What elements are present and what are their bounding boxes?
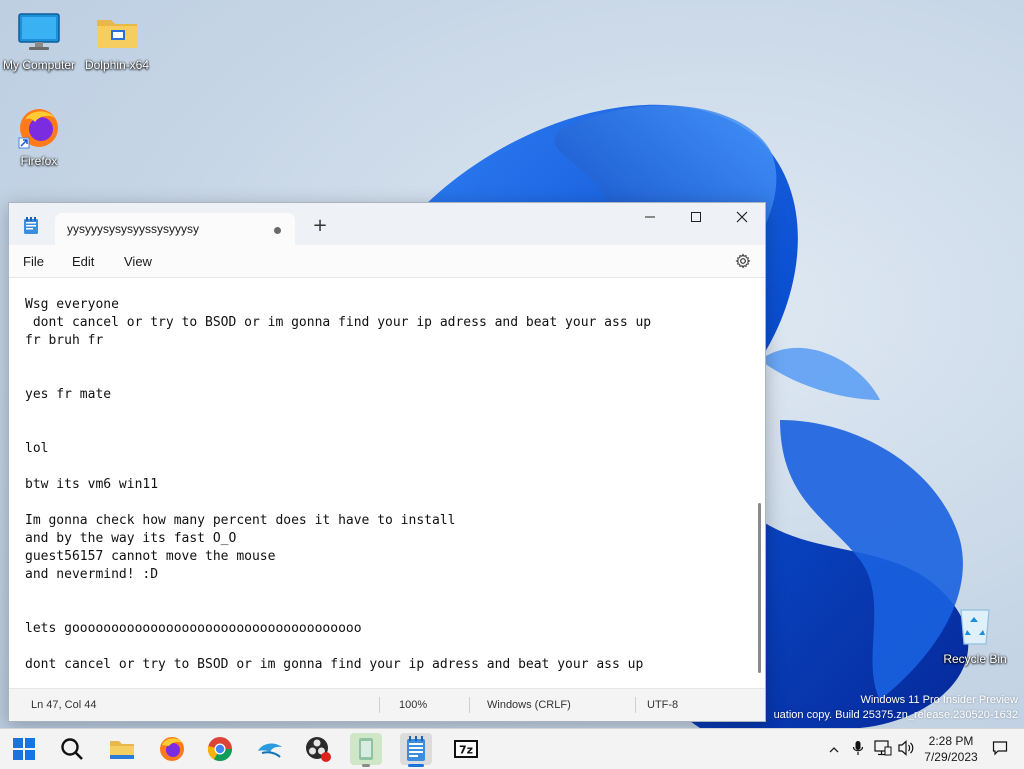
tab-document[interactable]: yysyyysysysyyssysyyysy	[55, 213, 295, 245]
desktop-icon-recycle-bin[interactable]: Recycle Bin	[936, 604, 1014, 666]
taskbar-notepad[interactable]	[400, 733, 432, 767]
network-icon[interactable]	[874, 740, 892, 760]
editor-line: and nevermind! :D	[25, 567, 159, 582]
taskbar-notepad-alt[interactable]	[350, 733, 382, 767]
taskbar-dolphin[interactable]	[254, 733, 286, 765]
recycle-bin-icon	[953, 604, 997, 648]
editor-line: yes fr mate	[25, 387, 112, 402]
close-button[interactable]	[719, 203, 765, 233]
system-tray: 2:28 PM 7/29/2023	[820, 729, 1024, 769]
folder-icon	[95, 10, 139, 54]
desktop-icon-my-computer[interactable]: My Computer	[0, 10, 78, 72]
text-editor[interactable]: Wsg everyone dont cancel or try to BSOD …	[9, 278, 765, 688]
editor-line: fr bruh fr	[25, 333, 104, 348]
firefox-icon	[17, 106, 61, 150]
notepad-icon	[407, 736, 425, 761]
vertical-scrollbar[interactable]	[758, 503, 761, 673]
taskbar-7zip[interactable]: 7z	[450, 733, 482, 765]
new-tab-button[interactable]: +	[309, 215, 331, 237]
notepad-window: yysyyysysysyyssysyyysy + File Edit View …	[8, 202, 766, 722]
search-icon	[61, 738, 83, 760]
taskbar-chrome[interactable]	[204, 733, 236, 765]
desktop-icon-dolphin[interactable]: Dolphin-x64	[78, 10, 156, 72]
cursor-position: Ln 47, Col 44	[31, 699, 97, 711]
start-icon	[13, 738, 35, 760]
menu-edit[interactable]: Edit	[72, 254, 94, 269]
encoding[interactable]: UTF-8	[647, 699, 678, 711]
desktop-icon-firefox[interactable]: Firefox	[0, 106, 78, 168]
close-icon	[736, 211, 748, 223]
7zip-icon: 7z	[454, 740, 478, 758]
editor-line: lets goooooooooooooooooooooooooooooooooo…	[25, 621, 362, 636]
desktop-icon-label: Dolphin-x64	[84, 58, 150, 72]
taskbar-obs[interactable]	[302, 733, 334, 765]
notification-icon[interactable]	[992, 740, 1008, 760]
search-button[interactable]	[56, 733, 88, 765]
taskbar-file-explorer[interactable]	[106, 733, 138, 765]
title-bar[interactable]: yysyyysysysyyssysyyysy +	[9, 203, 765, 245]
volume-icon[interactable]	[898, 740, 916, 760]
chrome-icon	[207, 737, 232, 762]
minimize-icon	[645, 216, 655, 218]
monitor-icon	[17, 10, 61, 54]
watermark-line-2: uation copy. Build 25375.zn_release.2305…	[773, 709, 1018, 721]
editor-line: dont cancel or try to BSOD or im gonna f…	[25, 657, 644, 672]
unsaved-dot-icon[interactable]	[274, 227, 281, 234]
editor-line: dont cancel or try to BSOD or im gonna f…	[25, 315, 652, 330]
editor-line: Wsg everyone	[25, 297, 119, 312]
maximize-icon	[691, 212, 701, 222]
editor-line: and by the way its fast O_O	[25, 531, 237, 546]
maximize-button[interactable]	[673, 203, 719, 233]
menu-file[interactable]: File	[23, 254, 44, 269]
dolphin-icon	[258, 743, 282, 758]
clock-time: 2:28 PM	[928, 734, 974, 748]
file-explorer-icon	[110, 741, 134, 759]
line-ending[interactable]: Windows (CRLF)	[487, 699, 571, 711]
editor-line: btw its vm6 win11	[25, 477, 159, 492]
editor-line: Im gonna check how many percent does it …	[25, 513, 456, 528]
status-bar: Ln 47, Col 44 100% Windows (CRLF) UTF-8	[9, 688, 765, 721]
gear-icon[interactable]	[735, 253, 751, 269]
microphone-icon[interactable]	[852, 740, 864, 760]
firefox-icon	[160, 737, 184, 761]
menu-bar: File Edit View	[9, 245, 765, 278]
minimize-button[interactable]	[627, 203, 673, 233]
clock-date: 7/29/2023	[924, 750, 978, 764]
editor-line: lol	[25, 441, 49, 456]
desktop-icon-label: My Computer	[2, 58, 76, 72]
tab-title: yysyyysysysyyssysyyysy	[67, 222, 199, 236]
desktop-icon-label: Firefox	[20, 154, 58, 168]
obs-icon	[306, 737, 331, 762]
taskbar: 7z 2:28 PM 7/29/2023	[0, 728, 1024, 769]
desktop-icon-label: Recycle Bin	[943, 652, 1007, 666]
svg-text:7z: 7z	[459, 744, 473, 757]
zoom-level[interactable]: 100%	[399, 699, 427, 711]
editor-line: guest56157 cannot move the mouse	[25, 549, 276, 564]
menu-view[interactable]: View	[124, 254, 152, 269]
notepad-alt-icon	[359, 738, 373, 760]
watermark-line-1: Windows 11 Pro Insider Preview	[860, 694, 1018, 706]
chevron-up-icon[interactable]	[828, 741, 840, 760]
notepad-app-icon	[23, 217, 39, 235]
taskbar-firefox[interactable]	[156, 733, 188, 765]
clock[interactable]: 2:28 PM 7/29/2023	[916, 733, 986, 765]
start-button[interactable]	[8, 733, 40, 765]
